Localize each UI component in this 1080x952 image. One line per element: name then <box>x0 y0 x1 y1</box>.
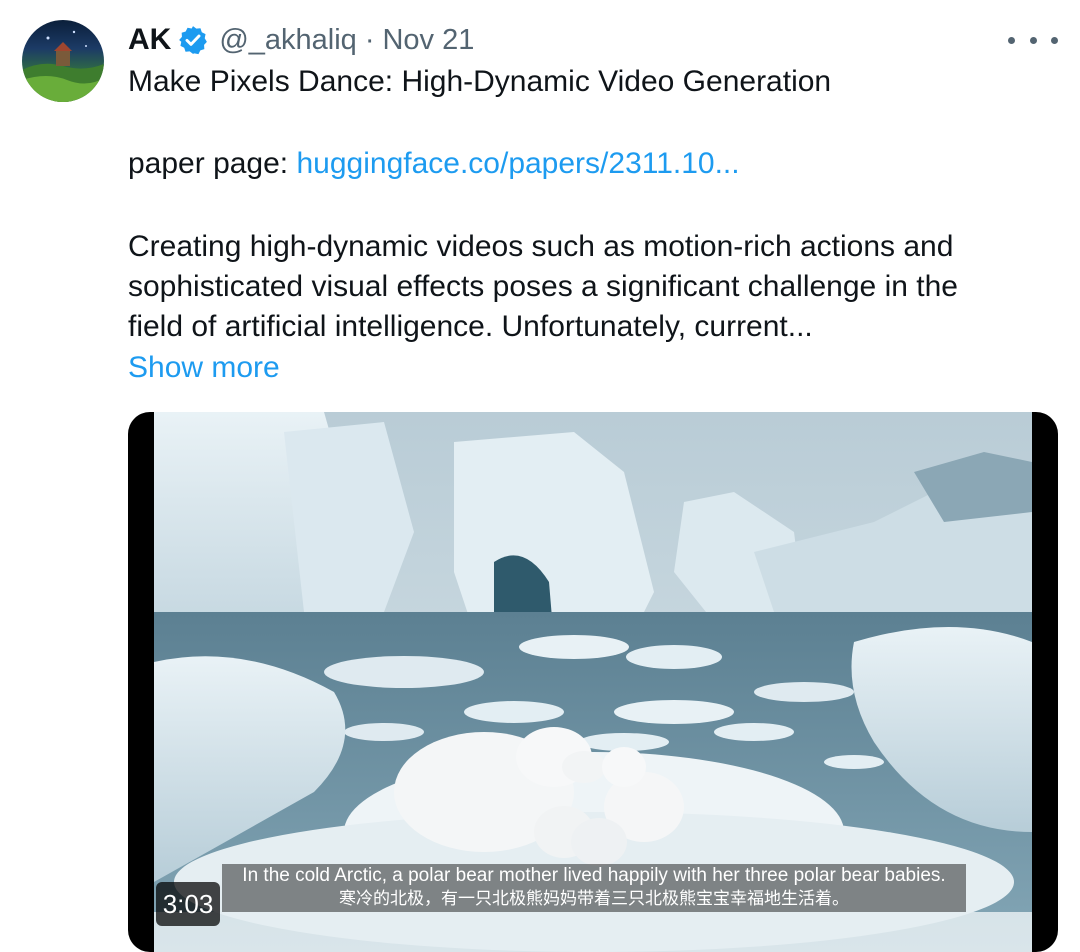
subtitle-chinese: 寒冷的北极，有一只北极熊妈妈带着三只北极熊宝宝幸福地生活着。 <box>339 889 849 908</box>
separator-dot: · <box>364 23 375 56</box>
tweet-body-line-1: Creating high-dynamic videos such as mot… <box>128 230 954 263</box>
paper-link[interactable]: huggingface.co/papers/2311.10... <box>296 147 739 180</box>
tweet-body-line-3: field of artificial intelligence. Unfort… <box>128 310 813 343</box>
tweet-date[interactable]: Nov 21 <box>382 24 474 57</box>
tweet-header: AK @_akhaliq · Nov 21 <box>128 20 474 60</box>
paper-label: paper page: <box>128 147 297 180</box>
tweet-body-line-2: sophisticated visual effects poses a sig… <box>128 270 958 303</box>
more-dot <box>1051 36 1058 44</box>
more-dot <box>1029 36 1037 44</box>
handle[interactable]: @_akhaliq <box>219 24 356 57</box>
more-options-icon[interactable] <box>1008 20 1058 60</box>
video-subtitles: In the cold Arctic, a polar bear mother … <box>222 864 966 912</box>
avatar-image <box>22 30 104 102</box>
subtitle-english: In the cold Arctic, a polar bear mother … <box>242 865 946 886</box>
more-dot <box>1008 36 1015 44</box>
tweet-title: Make Pixels Dance: High-Dynamic Video Ge… <box>128 65 832 98</box>
display-name[interactable]: AK <box>128 23 171 57</box>
video-duration: 3:03 <box>156 882 220 926</box>
show-more-link[interactable]: Show more <box>128 350 1048 386</box>
avatar[interactable] <box>22 20 104 102</box>
verified-badge-icon <box>179 26 208 55</box>
video-player[interactable]: 3:03 In the cold Arctic, a polar bear mo… <box>128 412 1058 952</box>
paper-line: paper page: huggingface.co/papers/2311.1… <box>128 146 1048 182</box>
